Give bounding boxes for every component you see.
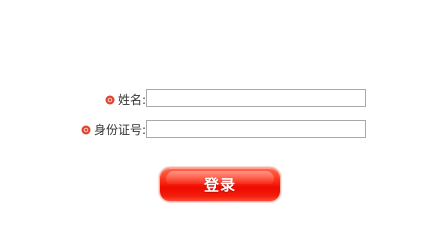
login-button[interactable]: 登录 [159, 167, 281, 202]
id-number-label: 身份证号: [93, 122, 146, 137]
required-marker-icon [81, 124, 91, 135]
name-label: 姓名: [117, 92, 146, 107]
name-input[interactable] [146, 89, 366, 107]
id-number-input[interactable] [146, 120, 366, 138]
login-button-label: 登录 [203, 176, 236, 194]
name-row: 姓名: [0, 88, 439, 110]
id-number-row: 身份证号: [0, 118, 439, 140]
required-marker-icon [105, 94, 115, 105]
name-label-group: 姓名: [105, 88, 146, 110]
id-number-label-group: 身份证号: [81, 118, 146, 140]
